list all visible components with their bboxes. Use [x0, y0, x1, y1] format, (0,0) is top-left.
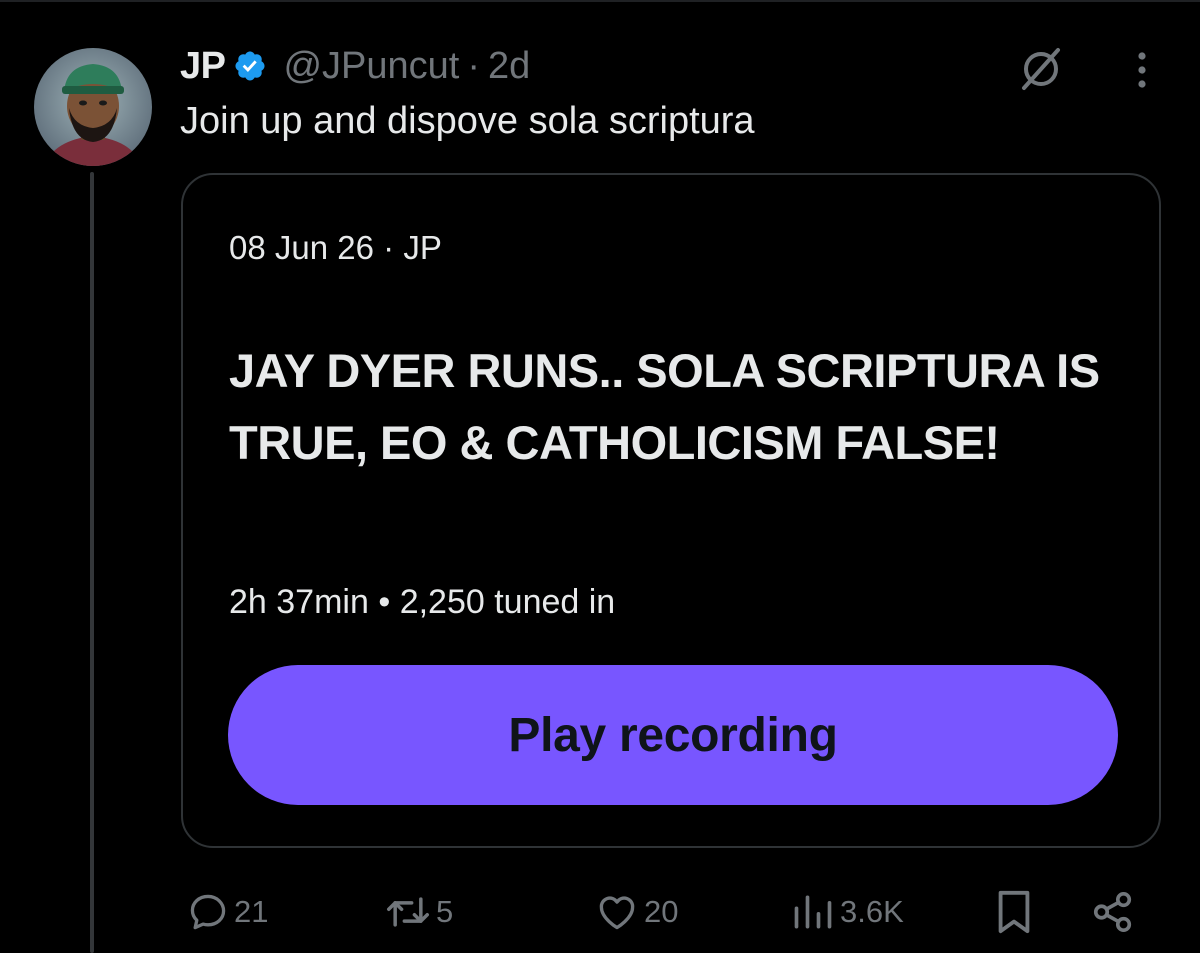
views-button[interactable]: 3.6K	[790, 886, 904, 938]
avatar[interactable]	[34, 48, 152, 166]
thread-line	[90, 172, 94, 953]
verified-badge-icon	[233, 49, 267, 83]
repost-count: 5	[436, 894, 454, 929]
bookmark-icon	[994, 889, 1034, 935]
space-duration: 2h 37min	[229, 583, 369, 621]
reply-button[interactable]: 21	[186, 886, 268, 938]
share-icon	[1090, 889, 1136, 935]
space-title: JAY DYER RUNS.. SOLA SCRIPTURA IS TRUE, …	[229, 344, 1100, 469]
user-handle[interactable]: @JPuncut	[283, 45, 459, 88]
reply-count: 21	[234, 894, 269, 929]
grok-icon[interactable]	[1016, 44, 1066, 94]
like-count: 20	[644, 894, 679, 929]
tweet-text: Join up and dispove sola scriptura	[180, 100, 755, 142]
space-meta-separator: ·	[383, 229, 395, 266]
views-chart-icon	[790, 890, 836, 934]
post-time[interactable]: 2d	[488, 45, 530, 88]
space-date: 08 Jun 26	[229, 229, 374, 266]
bookmark-button[interactable]	[994, 886, 1034, 938]
repost-button[interactable]: 5	[384, 886, 453, 938]
play-recording-button[interactable]: Play recording	[228, 665, 1118, 805]
avatar-image	[34, 48, 152, 166]
space-host: JP	[403, 229, 442, 266]
header-separator: ·	[467, 44, 481, 87]
action-bar: 21 5 20 3.6K	[0, 880, 1200, 944]
reply-icon	[186, 890, 230, 934]
space-stats-separator: •	[378, 583, 391, 621]
tweet-header: JP @JPuncut · 2d	[180, 40, 530, 92]
top-divider	[0, 0, 1200, 2]
space-listeners: 2,250 tuned in	[399, 583, 616, 621]
more-vertical-icon[interactable]	[1124, 46, 1160, 94]
repost-icon	[384, 890, 432, 934]
heart-icon	[594, 890, 640, 934]
display-name[interactable]: JP	[180, 45, 226, 88]
view-count: 3.6K	[840, 894, 904, 929]
space-card[interactable]: 08 Jun 26 · JP JAY DYER RUNS.. SOLA SCRI…	[181, 173, 1161, 848]
like-button[interactable]: 20	[594, 886, 678, 938]
share-button[interactable]	[1090, 886, 1136, 938]
space-stats: 2h 37min • 2,250 tuned in	[229, 583, 615, 622]
space-meta: 08 Jun 26 · JP	[229, 229, 442, 267]
